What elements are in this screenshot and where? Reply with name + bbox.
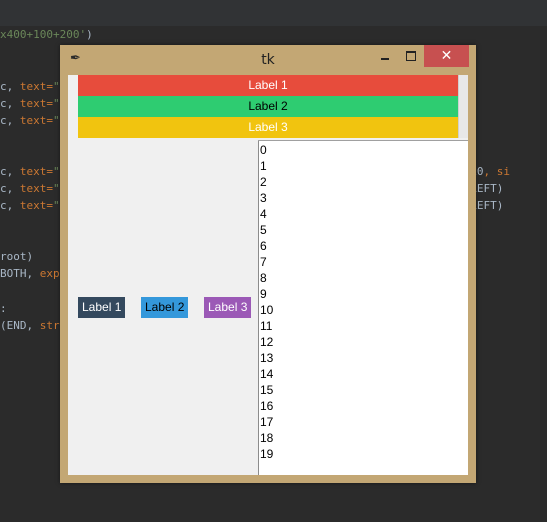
code-line: x400+100+200'): [0, 27, 93, 43]
code-token: text=: [19, 114, 53, 127]
list-item[interactable]: 9: [260, 286, 267, 302]
code-token: root): [0, 250, 34, 263]
code-token: ): [496, 182, 504, 195]
code-token: text=: [19, 199, 53, 212]
code-token: ,: [6, 80, 20, 93]
code-token: ,: [6, 165, 20, 178]
code-token: ,: [26, 319, 40, 332]
code-token: BOTH: [0, 267, 27, 280]
list-item[interactable]: 14: [260, 366, 273, 382]
close-icon: ✕: [440, 48, 453, 64]
code-token: ": [53, 182, 60, 195]
list-item[interactable]: 12: [260, 334, 273, 350]
list-item[interactable]: 5: [260, 222, 267, 238]
list-item[interactable]: 11: [260, 318, 272, 334]
code-token: c: [0, 165, 7, 178]
side-label-3: Label 3: [204, 297, 252, 318]
code-token: ": [53, 80, 60, 93]
number-listbox[interactable]: 0 1 2 3 4 5 6 7 8 9 10 11 12 13 14 15 16 17 18 19: [258, 141, 468, 475]
list-item[interactable]: 10: [260, 302, 273, 318]
code-token: ,: [6, 114, 20, 127]
code-token: text=: [19, 80, 53, 93]
code-token: exp: [39, 267, 60, 280]
code-token: ,: [6, 97, 20, 110]
code-token: text=: [19, 165, 53, 178]
code-token: (END: [0, 319, 27, 332]
list-item[interactable]: 8: [260, 270, 267, 286]
list-item[interactable]: 19: [260, 446, 273, 462]
list-item[interactable]: 3: [260, 190, 267, 206]
list-item[interactable]: 1: [260, 158, 267, 174]
top-label-3: Label 3: [78, 117, 458, 138]
code-token: ": [53, 97, 60, 110]
close-button[interactable]: ✕: [424, 45, 469, 67]
code-line: (END, str: [0, 318, 60, 334]
code-line: BOTH, exp: [0, 266, 60, 282]
window-client-area: Label 1 Label 2 Label 3 Label 1 Label 2 …: [68, 75, 468, 475]
top-label-2: Label 2: [78, 96, 458, 117]
side-label-1: Label 1: [78, 297, 126, 318]
code-token: text=: [19, 182, 53, 195]
list-item[interactable]: 17: [260, 414, 273, 430]
code-token: c: [0, 80, 7, 93]
code-line: c, text=": [0, 79, 60, 95]
code-token: x400+100+200': [0, 28, 87, 41]
list-item[interactable]: 4: [260, 206, 267, 222]
code-token: c: [0, 97, 7, 110]
code-token: ,: [26, 267, 40, 280]
code-token: ": [53, 165, 60, 178]
code-token: text=: [19, 97, 53, 110]
list-item[interactable]: 0: [260, 142, 267, 158]
code-token: ): [86, 28, 93, 41]
list-item[interactable]: 13: [260, 350, 273, 366]
side-label-2: Label 2: [141, 297, 189, 318]
maximize-button[interactable]: [396, 45, 426, 67]
code-token: , si: [483, 165, 510, 178]
code-line: c, text=": [0, 113, 60, 129]
code-token: c: [0, 199, 7, 212]
list-item[interactable]: 16: [260, 398, 273, 414]
top-scroll-strip[interactable]: [458, 75, 468, 138]
list-item[interactable]: 7: [260, 254, 267, 270]
code-token: ": [53, 199, 60, 212]
code-token: c: [0, 182, 7, 195]
code-token: ): [496, 199, 504, 212]
top-label-1: Label 1: [78, 75, 458, 96]
code-token: str: [39, 319, 60, 332]
code-token: ,: [6, 199, 20, 212]
list-item[interactable]: 6: [260, 238, 267, 254]
code-token: :: [0, 302, 7, 315]
list-item[interactable]: 2: [260, 174, 267, 190]
code-line: c, text=": [0, 96, 60, 112]
code-line: root): [0, 249, 33, 265]
code-token: ": [53, 114, 60, 127]
code-token: ,: [6, 182, 20, 195]
code-line: :: [0, 301, 7, 317]
editor-top-bar: [0, 0, 547, 26]
tk-window[interactable]: ✒ tk ✕ Label 1 Label 2 Label 3 Label 1 L…: [60, 45, 476, 483]
list-item[interactable]: 18: [260, 430, 273, 446]
list-item[interactable]: 15: [260, 382, 273, 398]
window-title-bar[interactable]: ✒ tk ✕: [60, 45, 476, 75]
code-token: c: [0, 114, 7, 127]
